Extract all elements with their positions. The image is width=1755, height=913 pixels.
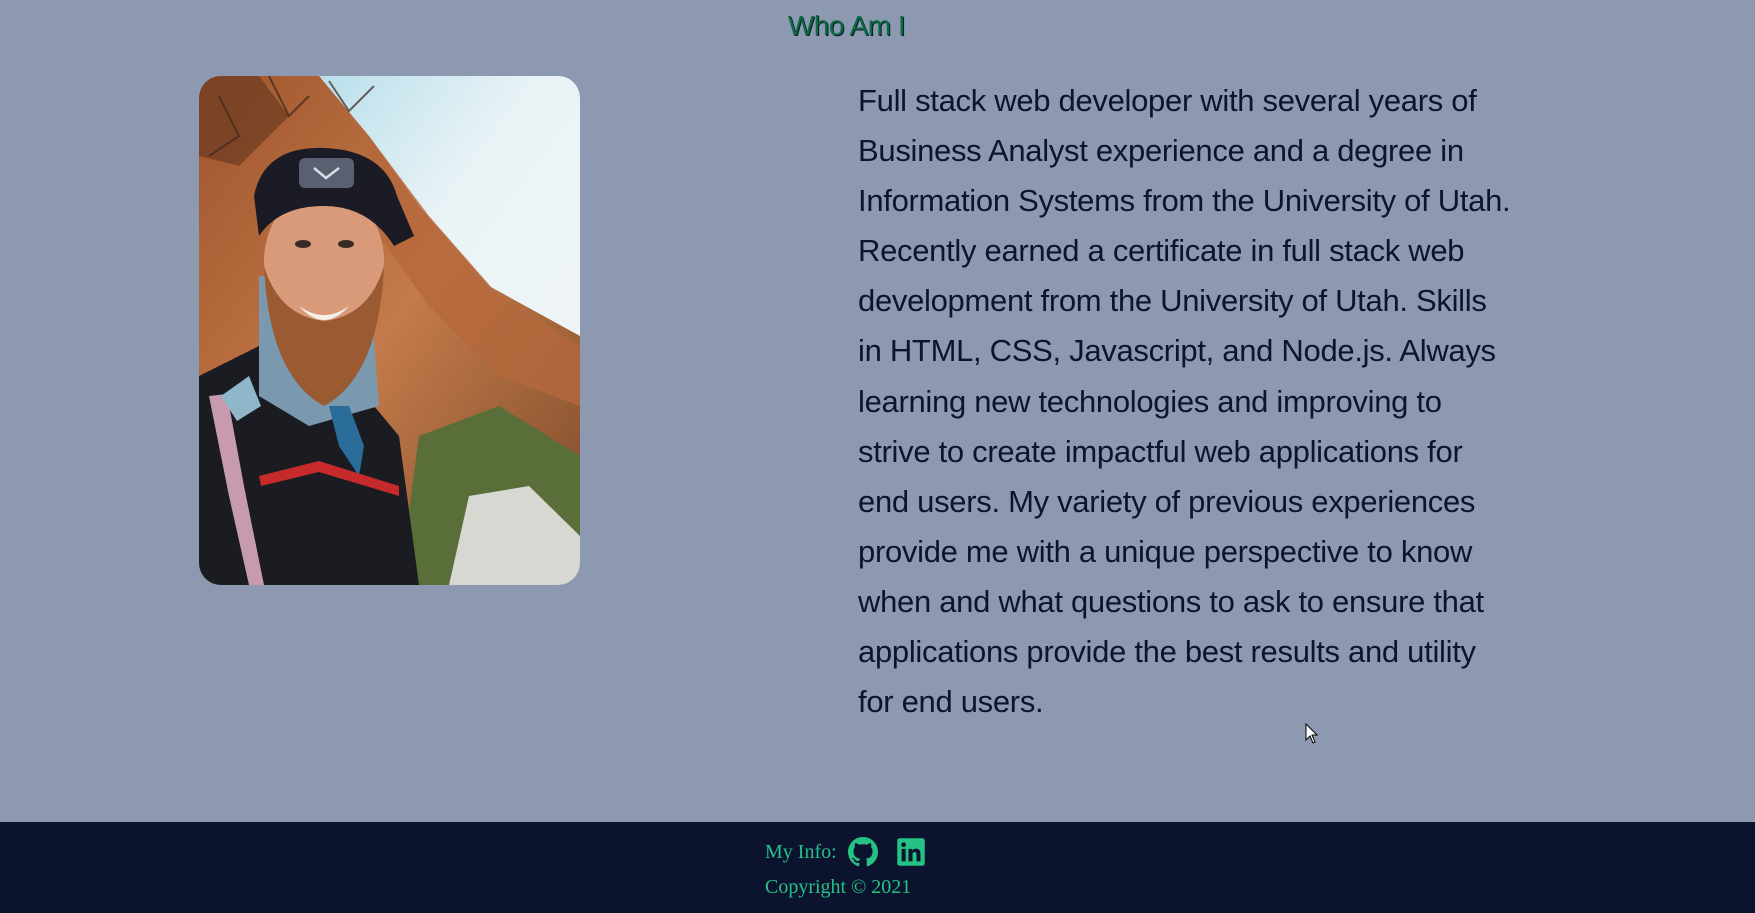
linkedin-link[interactable] <box>895 836 927 868</box>
page-title: Who Am I <box>787 10 906 41</box>
footer: My Info: Copyright © 2021 <box>0 822 1755 913</box>
linkedin-icon <box>896 838 925 866</box>
github-link[interactable] <box>847 836 879 868</box>
copyright-text: Copyright © 2021 <box>765 876 912 898</box>
my-info-row: My Info: <box>765 834 943 870</box>
portrait-photo <box>199 76 580 585</box>
bio-paragraph: Full stack web developer with several ye… <box>858 83 1511 720</box>
my-info-label: My Info: <box>765 840 837 863</box>
github-icon <box>847 837 878 867</box>
mouse-cursor-icon <box>1305 723 1319 744</box>
